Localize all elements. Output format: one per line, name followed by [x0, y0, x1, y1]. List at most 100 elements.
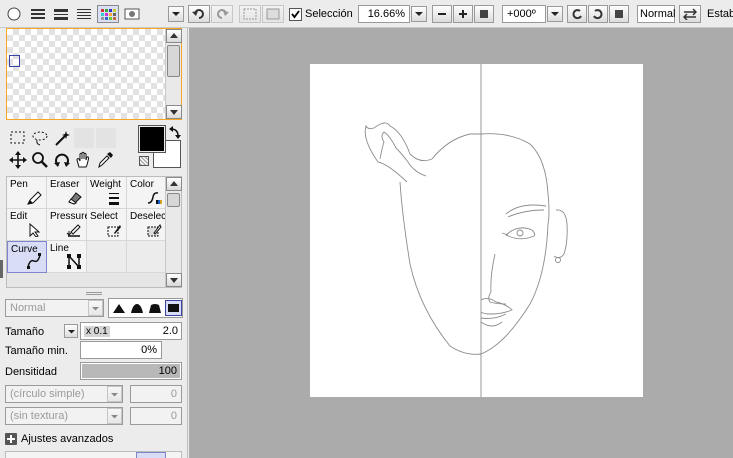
eyedropper-tool-icon[interactable] — [96, 151, 114, 169]
brush-pen[interactable]: Pen — [7, 177, 47, 209]
brush-color[interactable]: Color — [127, 177, 167, 209]
square-edge-icon[interactable] — [165, 300, 182, 316]
deselect-icon — [147, 224, 162, 237]
brush-label: Pressure — [50, 211, 91, 222]
size-multiplier-dropdown[interactable] — [64, 324, 78, 338]
navigator-viewport[interactable] — [9, 55, 20, 67]
density-label: Densitidad — [5, 366, 57, 378]
zoom-out-button[interactable] — [432, 5, 452, 23]
density-slider[interactable]: 100 — [80, 362, 182, 380]
brush-scroll-down[interactable] — [166, 273, 182, 287]
edit-icon — [29, 223, 41, 237]
pen-icon — [27, 191, 42, 205]
redo-button[interactable] — [211, 5, 233, 23]
magic-wand-tool-icon[interactable] — [53, 129, 71, 147]
transparent-color-icon[interactable] — [139, 156, 149, 166]
panel-layout-3-icon[interactable] — [74, 5, 96, 23]
brush-deselect[interactable]: Deselect — [127, 209, 169, 241]
move-tool-icon[interactable] — [9, 151, 27, 169]
left-panel: Pen Eraser Weight Color Edit Pressure Se… — [0, 28, 188, 458]
zoom-in-button[interactable] — [453, 5, 473, 23]
blend-mode-select[interactable]: Normal — [637, 5, 675, 23]
swap-colors-icon[interactable] — [168, 126, 182, 140]
brush-curve[interactable]: Curve — [7, 241, 47, 273]
deselect-toolbar-button[interactable] — [239, 5, 261, 23]
hand-tool-icon[interactable] — [74, 151, 92, 169]
brush-scroll-thumb[interactable] — [167, 193, 180, 207]
brush-scrollbar[interactable] — [165, 177, 182, 287]
zoom-field[interactable]: 16.66% — [358, 5, 410, 23]
rotate-tool-icon[interactable] — [53, 151, 71, 169]
top-toolbar: Selección 16.66% +000º Normal Estab — [0, 0, 733, 28]
brush-label: Deselect — [130, 211, 169, 222]
drawing-canvas[interactable] — [310, 64, 643, 397]
shape-dropdown — [107, 386, 122, 402]
stabilizer-label: Estab — [707, 8, 733, 20]
shape-select: (círculo simple) — [5, 385, 123, 403]
left-dock-edge — [0, 260, 3, 278]
navigator-icon[interactable] — [122, 5, 144, 23]
eraser-icon — [68, 192, 82, 205]
navigator-scroll-thumb[interactable] — [167, 45, 180, 77]
navigator-scroll-up[interactable] — [166, 29, 182, 43]
panel-resize-grip[interactable] — [86, 292, 102, 295]
navigator-scroll-down[interactable] — [166, 105, 182, 119]
zoom-dropdown-button[interactable] — [411, 6, 427, 22]
size-label: Tamaño — [5, 326, 45, 338]
rotation-field[interactable]: +000º — [502, 5, 546, 23]
lasso-tool-icon[interactable] — [31, 129, 49, 147]
texture-strength: 0 — [130, 407, 182, 425]
invert-selection-button[interactable] — [262, 5, 284, 23]
brush-label: Select — [90, 211, 118, 222]
navigator-panel[interactable] — [6, 28, 182, 120]
line-icon — [67, 254, 81, 269]
circle-view-icon[interactable] — [4, 5, 26, 23]
selection-checkbox[interactable] — [289, 8, 302, 21]
panel-layout-2-icon[interactable] — [51, 5, 73, 23]
brush-label: Pen — [10, 179, 28, 190]
rotation-reset-button[interactable] — [609, 5, 629, 23]
select-icon — [107, 225, 121, 237]
brush-select[interactable]: Select — [87, 209, 127, 241]
rotation-dropdown-button[interactable] — [547, 6, 563, 22]
brush-weight[interactable]: Weight — [87, 177, 127, 209]
texture-select: (sin textura) — [5, 407, 123, 425]
rotate-right-button[interactable] — [588, 5, 608, 23]
zoom-tool-icon[interactable] — [31, 151, 49, 169]
empty-tool-slot — [74, 128, 94, 148]
color-grid-icon[interactable] — [97, 5, 119, 23]
texture-option: (sin textura) — [10, 410, 69, 422]
primary-color-swatch[interactable] — [138, 125, 166, 153]
brush-scroll-up[interactable] — [166, 177, 182, 191]
brush-label: Weight — [90, 179, 121, 190]
size-value: 2.0 — [162, 325, 178, 337]
rotate-left-button[interactable] — [567, 5, 587, 23]
size-slider[interactable]: x 0.1 2.0 — [80, 322, 182, 340]
brush-eraser[interactable]: Eraser — [47, 177, 87, 209]
brush-shape-selector — [108, 298, 183, 318]
navigator-scrollbar[interactable] — [165, 29, 182, 119]
flip-horizontal-button[interactable] — [679, 5, 701, 23]
undo-button[interactable] — [188, 5, 210, 23]
brush-edit[interactable]: Edit — [7, 209, 47, 241]
dot-size-selected[interactable] — [136, 452, 166, 458]
advanced-settings-toggle[interactable]: Ajustes avanzados — [5, 431, 113, 447]
hard-edge-icon[interactable] — [148, 302, 162, 314]
brush-empty-slot — [87, 241, 127, 273]
soft-edge-icon[interactable] — [112, 302, 126, 314]
shape-value: 0 — [170, 388, 177, 400]
menu-dropdown-button[interactable] — [168, 6, 184, 22]
brush-line[interactable]: Line — [47, 241, 87, 273]
panel-layout-1-icon[interactable] — [28, 5, 50, 23]
zoom-value: 16.66% — [367, 8, 405, 20]
brush-panel: Pen Eraser Weight Color Edit Pressure Se… — [6, 176, 182, 288]
zoom-reset-button[interactable] — [474, 5, 494, 23]
min-size-slider[interactable]: 0% — [80, 341, 162, 359]
rect-select-tool-icon[interactable] — [9, 129, 27, 147]
brush-pressure[interactable]: Pressure — [47, 209, 91, 241]
medium-edge-icon[interactable] — [130, 302, 144, 314]
empty-tool-slot-2 — [96, 128, 116, 148]
blend-mode-value: Normal — [640, 8, 676, 20]
size-multiplier: x 0.1 — [84, 325, 110, 337]
canvas-workspace[interactable] — [189, 28, 733, 458]
